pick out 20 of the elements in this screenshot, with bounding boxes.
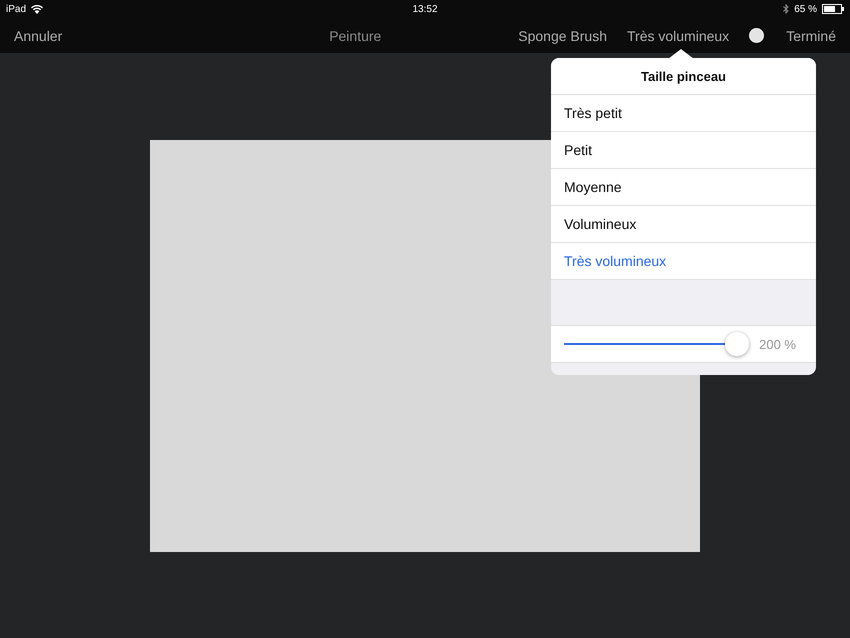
color-swatch[interactable] <box>749 28 764 43</box>
size-button[interactable]: Très volumineux <box>627 28 730 44</box>
wifi-icon <box>31 4 44 14</box>
brush-button[interactable]: Sponge Brush <box>518 28 607 44</box>
size-option[interactable]: Très petit <box>551 95 816 132</box>
size-slider[interactable] <box>564 332 750 356</box>
battery-icon <box>822 4 844 14</box>
size-option[interactable]: Moyenne <box>551 169 816 206</box>
slider-reading: 200 % <box>759 336 796 352</box>
battery-percent: 65 % <box>794 4 817 14</box>
status-time: 13:52 <box>412 4 438 14</box>
cancel-button[interactable]: Annuler <box>14 28 62 44</box>
size-option[interactable]: Volumineux <box>551 206 816 243</box>
nav-title: Peinture <box>329 28 382 44</box>
done-button[interactable]: Terminé <box>786 28 836 44</box>
bluetooth-icon <box>783 4 790 14</box>
slider-thumb[interactable] <box>725 332 750 356</box>
size-option[interactable]: Très volumineux <box>551 243 816 280</box>
size-option[interactable]: Petit <box>551 132 816 169</box>
device-name: iPad <box>6 4 26 14</box>
